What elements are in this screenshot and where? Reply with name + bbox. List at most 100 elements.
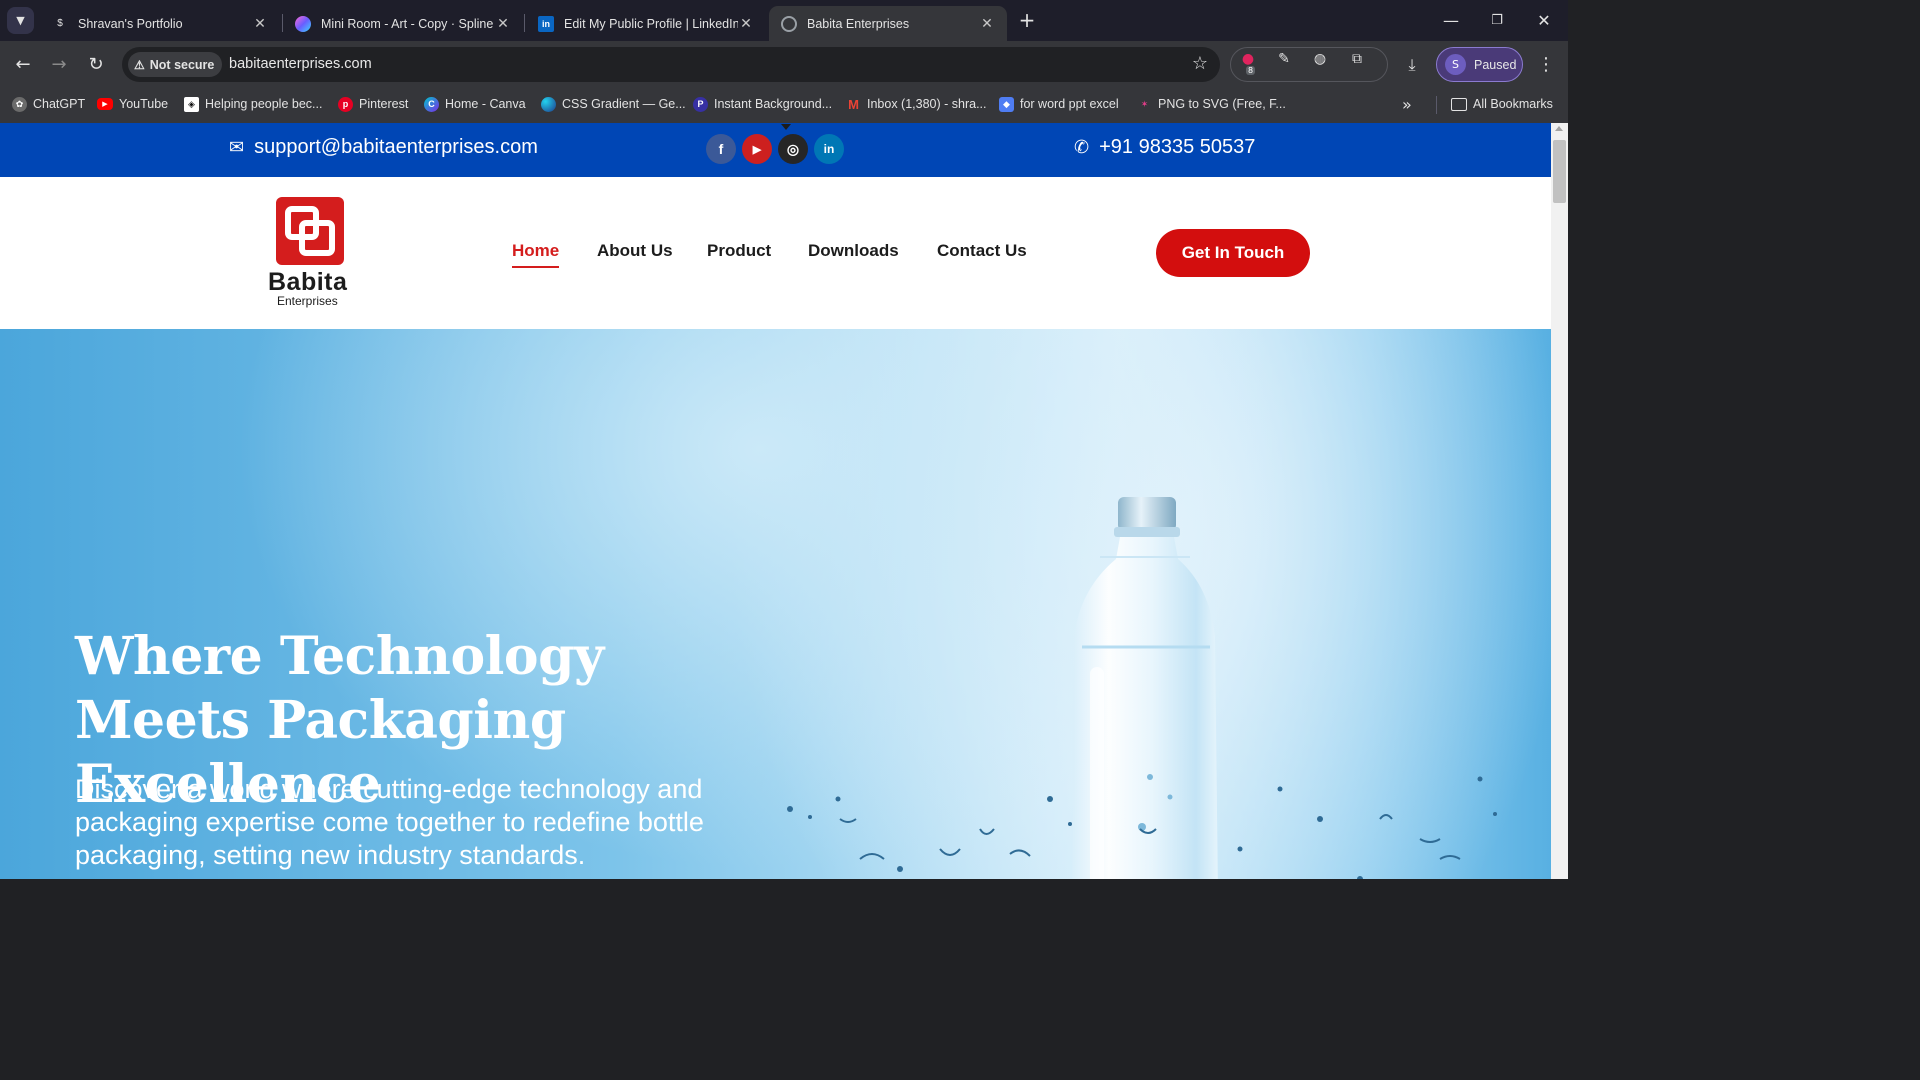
facebook-icon[interactable]: f xyxy=(706,134,736,164)
bookmark-label: Helping people bec... xyxy=(205,97,323,111)
spline-icon xyxy=(295,15,311,32)
back-icon[interactable]: ← xyxy=(11,52,35,76)
youtube-icon[interactable]: ▶ xyxy=(742,134,772,164)
avatar: S xyxy=(1445,54,1466,75)
bookmark-chatgpt[interactable]: ✿ ChatGPT xyxy=(12,95,85,113)
tab-search-button[interactable]: ▼ xyxy=(7,7,34,34)
phone-link[interactable]: ✆ +91 98335 50537 xyxy=(1074,136,1255,159)
hero-description: Discover a world where cutting-edge tech… xyxy=(75,774,704,870)
bookmark-css-gradient[interactable]: CSS Gradient — Ge... xyxy=(541,95,686,113)
reload-icon[interactable]: ↻ xyxy=(84,52,108,76)
forward-icon[interactable]: → xyxy=(47,52,71,76)
instagram-glyph: ◎ xyxy=(786,140,800,157)
bookmark-label: All Bookmarks xyxy=(1473,97,1553,111)
all-bookmarks-button[interactable]: All Bookmarks xyxy=(1451,95,1553,113)
nav-product[interactable]: Product xyxy=(707,241,771,261)
chevron-double-right-icon[interactable]: » xyxy=(1402,95,1412,114)
facebook-glyph: f xyxy=(718,141,724,157)
bookmark-star-icon[interactable]: ☆ xyxy=(1192,53,1208,74)
bookmark-png-to-svg[interactable]: ✶ PNG to SVG (Free, F... xyxy=(1137,95,1286,113)
window-close-icon[interactable]: ✕ xyxy=(1532,8,1556,32)
tab-babita-enterprises[interactable]: Babita Enterprises ✕ xyxy=(769,6,1007,41)
close-icon[interactable]: ✕ xyxy=(738,15,754,32)
scrollbar-thumb[interactable] xyxy=(1553,140,1566,203)
bookmark-label: Instant Background... xyxy=(714,97,833,111)
bookmark-gmail[interactable]: M Inbox (1,380) - shra... xyxy=(846,95,987,113)
profile-status: Paused xyxy=(1474,57,1517,72)
page-viewport: ✉ support@babitaenterprises.com f ▶ ◎ in… xyxy=(0,123,1551,882)
cssgradient-icon xyxy=(541,96,556,112)
security-chip[interactable]: ⚠ Not secure xyxy=(128,52,223,77)
bookmark-label: ChatGPT xyxy=(33,97,86,111)
chatgpt-icon: ✿ xyxy=(12,96,27,112)
bookmark-pinterest[interactable]: p Pinterest xyxy=(338,95,408,113)
bookmark-label: CSS Gradient — Ge... xyxy=(562,97,686,111)
tab-shravans-portfolio[interactable]: $ Shravan's Portfolio ✕ xyxy=(40,6,280,41)
phone-text: +91 98335 50537 xyxy=(1099,136,1256,158)
address-bar[interactable]: ⚠ Not secure babitaenterprises.com ☆ xyxy=(122,47,1220,82)
tab-title: Edit My Public Profile | LinkedIn xyxy=(564,16,738,31)
logo-subtitle: Enterprises xyxy=(277,294,338,308)
bookmark-label: Home - Canva xyxy=(445,97,526,111)
bookmark-removebg[interactable]: P Instant Background... xyxy=(693,95,832,113)
canva-icon: C xyxy=(424,96,439,112)
security-label: Not secure xyxy=(149,57,215,72)
codecademy-icon: ◈ xyxy=(184,96,199,112)
chevron-down-icon[interactable] xyxy=(781,124,791,130)
logo-name[interactable]: Babita xyxy=(268,268,347,297)
url-text[interactable]: babitaenterprises.com xyxy=(229,56,372,72)
email-link[interactable]: ✉ support@babitaenterprises.com xyxy=(229,136,538,159)
bookmark-label: Inbox (1,380) - shra... xyxy=(867,97,987,111)
linkedin-icon[interactable]: in xyxy=(814,134,844,164)
contact-topbar: ✉ support@babitaenterprises.com f ▶ ◎ in… xyxy=(0,123,1551,177)
removebg-icon: P xyxy=(693,96,708,112)
profile-button[interactable]: S Paused xyxy=(1436,47,1523,82)
nav-home[interactable]: Home xyxy=(512,241,560,268)
get-in-touch-button[interactable]: Get In Touch xyxy=(1156,229,1310,277)
bookmark-label: for word ppt excel xyxy=(1020,97,1119,111)
dollar-icon: $ xyxy=(57,18,63,29)
puzzle-icon[interactable]: ⧉ xyxy=(1347,49,1367,69)
window-bottom-edge xyxy=(0,879,1568,882)
tab-strip: ▼ $ Shravan's Portfolio ✕ Mini Room - Ar… xyxy=(0,0,1568,41)
close-icon[interactable]: ✕ xyxy=(979,15,995,32)
tab-title: Shravan's Portfolio xyxy=(78,16,183,31)
nav-downloads[interactable]: Downloads xyxy=(808,241,899,261)
bookmark-codecademy[interactable]: ◈ Helping people bec... xyxy=(184,95,322,113)
bookmark-canva[interactable]: C Home - Canva xyxy=(424,95,526,113)
close-icon[interactable]: ✕ xyxy=(495,15,511,32)
pinterest-icon: p xyxy=(338,96,353,112)
color-picker-icon[interactable]: ✎ xyxy=(1274,49,1294,69)
tab-linkedin[interactable]: in Edit My Public Profile | LinkedIn ✕ xyxy=(526,6,766,41)
new-tab-button[interactable]: + xyxy=(1016,8,1038,32)
linkedin-glyph: in xyxy=(823,142,835,156)
instagram-icon[interactable]: ◎ xyxy=(778,134,808,164)
bookmark-youtube[interactable]: ▶ YouTube xyxy=(97,95,168,113)
shield-icon: ◆ xyxy=(999,96,1014,112)
close-icon[interactable]: ✕ xyxy=(252,15,268,32)
logo-icon[interactable] xyxy=(276,197,344,265)
gmail-icon: M xyxy=(848,96,859,112)
linkedin-icon: in xyxy=(538,15,554,32)
site-header: Babita Enterprises Home About Us Product… xyxy=(0,177,1551,329)
bookmark-word-ppt-excel[interactable]: ◆ for word ppt excel xyxy=(999,95,1119,113)
extension-badge: 8 xyxy=(1246,66,1256,75)
browser-toolbar: ← → ↻ ⚠ Not secure babitaenterprises.com… xyxy=(0,41,1568,87)
page-scrollbar[interactable] xyxy=(1551,123,1568,882)
scroll-up-icon[interactable] xyxy=(1555,126,1563,131)
nav-about-us[interactable]: About Us xyxy=(597,241,673,261)
minimize-icon[interactable]: — xyxy=(1439,8,1463,32)
folder-icon xyxy=(1451,97,1467,111)
web-extension-icon[interactable]: ◍ xyxy=(1310,49,1330,69)
tab-spline[interactable]: Mini Room - Art - Copy · Spline ✕ xyxy=(283,6,523,41)
tab-title: Mini Room - Art - Copy · Spline xyxy=(321,16,494,31)
restore-icon[interactable]: ❐ xyxy=(1485,8,1509,32)
water-splash-image xyxy=(787,776,1497,882)
bookmark-label: YouTube xyxy=(119,97,169,111)
youtube-glyph: ▶ xyxy=(752,143,762,156)
download-icon[interactable]: ⤓ xyxy=(1400,54,1424,76)
nav-contact-us[interactable]: Contact Us xyxy=(937,241,1027,261)
phone-icon: ✆ xyxy=(1074,137,1090,157)
globe-icon xyxy=(781,15,797,32)
more-menu-icon[interactable]: ⋮ xyxy=(1536,53,1556,75)
